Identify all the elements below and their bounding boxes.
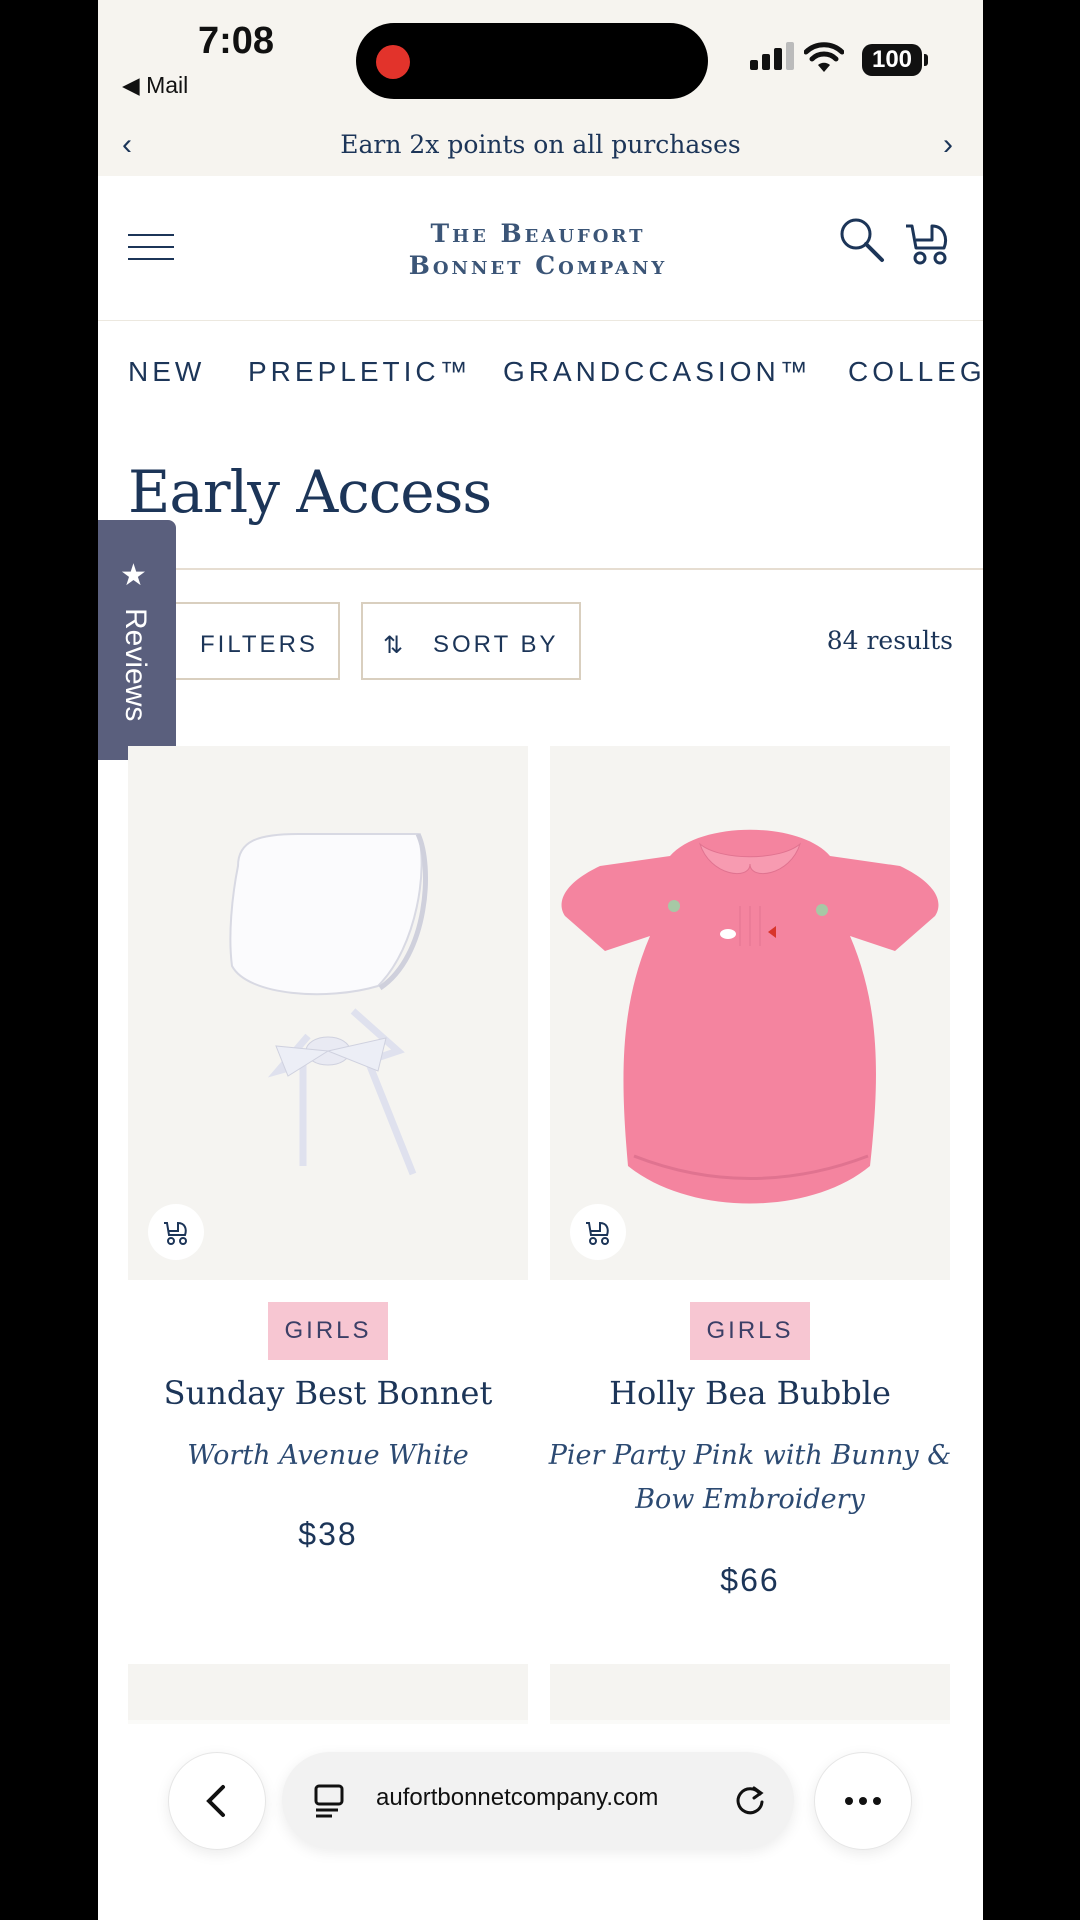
next-product-card (128, 1664, 528, 1724)
status-bar: 7:08 ◀ Mail 100 (98, 0, 983, 120)
nav-item-grandccasion[interactable]: GRANDCCASION™ (503, 356, 812, 388)
battery-indicator: 100 (862, 44, 922, 76)
wifi-icon (804, 42, 844, 72)
product-tag: GIRLS (268, 1302, 388, 1360)
promo-text: Earn 2x points on all purchases (340, 130, 741, 159)
nav-item-prepletic[interactable]: PREPLETIC™ (248, 356, 472, 388)
promo-banner: ‹ Earn 2x points on all purchases › (98, 120, 983, 176)
address-bar[interactable]: aufortbonnetcompany.com (282, 1752, 794, 1848)
product-variant: Worth Avenue White (187, 1440, 469, 1471)
recording-indicator-icon (376, 45, 410, 79)
browser-toolbar: aufortbonnetcompany.com (98, 1720, 983, 1920)
bubble-romper-illustration (561, 829, 939, 1204)
site-logo[interactable]: The Beaufort Bonnet Company (288, 218, 788, 282)
nav-item-new[interactable]: NEW (128, 356, 205, 388)
status-time: 7:08 (198, 20, 275, 62)
site-header: The Beaufort Bonnet Company (98, 176, 983, 321)
star-icon: ★ (120, 559, 147, 592)
logo-line-1: The Beaufort (430, 219, 646, 248)
product-image-bubble[interactable] (550, 746, 950, 1280)
reload-icon[interactable] (732, 1782, 768, 1818)
back-to-mail-link[interactable]: ◀ Mail (122, 72, 188, 99)
stroller-cart-icon[interactable] (904, 218, 952, 268)
sort-by-button[interactable]: ⇅ SORT BY (361, 602, 581, 680)
reviews-tab[interactable]: ★ Reviews (98, 520, 176, 760)
more-dots-icon (845, 1797, 881, 1805)
title-divider (98, 568, 983, 570)
product-tag: GIRLS (690, 1302, 810, 1360)
dynamic-island (356, 23, 708, 99)
product-name[interactable]: Sunday Best Bonnet (118, 1374, 538, 1412)
quick-add-button[interactable] (148, 1204, 204, 1260)
logo-line-2: Bonnet Company (408, 251, 668, 280)
sort-icon: ⇅ (383, 632, 404, 659)
url-text: aufortbonnetcompany.com (376, 1784, 659, 1811)
product-variant: Pier Party Pink with Bunny & Bow Embroid… (548, 1440, 952, 1515)
category-nav: NEW PREPLETIC™ GRANDCCASION™ COLLEG (98, 320, 983, 420)
sort-label: SORT BY (433, 631, 559, 658)
page-title: Early Access (128, 458, 492, 526)
stroller-add-icon (586, 1221, 609, 1245)
battery-nub (924, 54, 928, 66)
quick-add-button[interactable] (570, 1204, 626, 1260)
browser-back-button[interactable] (168, 1752, 266, 1850)
product-price: $66 (720, 1562, 780, 1598)
bonnet-illustration (229, 832, 428, 1176)
filters-label: FILTERS (200, 631, 318, 658)
hamburger-menu-icon[interactable] (128, 234, 174, 262)
product-price: $38 (298, 1516, 358, 1552)
chevron-left-icon (206, 1785, 225, 1817)
next-product-card (550, 1664, 950, 1724)
search-icon[interactable] (838, 216, 886, 264)
results-count: 84 results (826, 626, 953, 655)
stroller-add-icon (164, 1221, 187, 1245)
product-name[interactable]: Holly Bea Bubble (540, 1374, 960, 1412)
product-image-bonnet[interactable] (128, 746, 528, 1280)
browser-more-button[interactable] (814, 1752, 912, 1850)
tab-layout-icon (314, 1784, 344, 1818)
nav-item-college[interactable]: COLLEG (848, 356, 983, 388)
promo-next-icon[interactable]: › (943, 128, 953, 162)
phone-screen: 7:08 ◀ Mail 100 ‹ Earn 2x points on all … (98, 0, 983, 1920)
reviews-tab-label: Reviews (119, 608, 152, 722)
